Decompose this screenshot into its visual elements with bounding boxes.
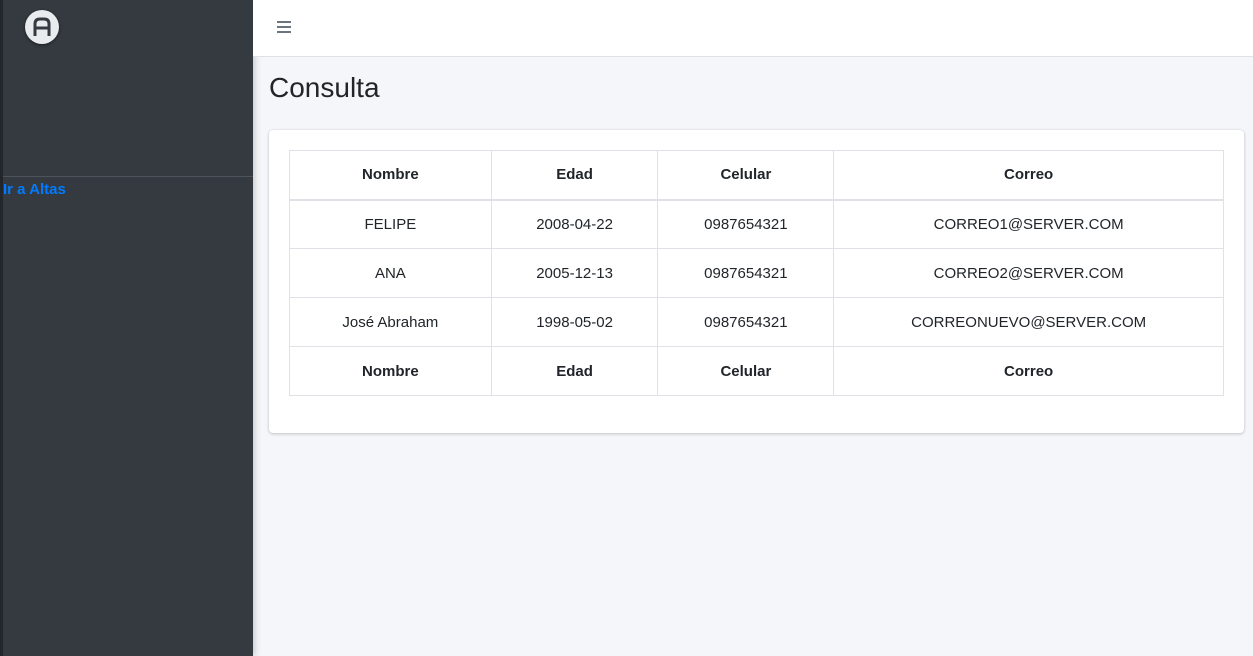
cell-correo: CORREONUEVO@SERVER.COM bbox=[833, 297, 1224, 347]
cell-nombre: José Abraham bbox=[289, 297, 492, 347]
sidebar-divider bbox=[3, 176, 253, 177]
column-header-nombre[interactable]: Nombre bbox=[289, 150, 492, 201]
table-header-row: Nombre Edad Celular Correo bbox=[289, 150, 1224, 201]
cell-correo: CORREO2@SERVER.COM bbox=[833, 248, 1224, 298]
column-footer-nombre: Nombre bbox=[289, 346, 492, 396]
cell-celular: 0987654321 bbox=[657, 199, 835, 249]
table-row: ANA 2005-12-13 0987654321 CORREO2@SERVER… bbox=[289, 248, 1224, 298]
table-row: FELIPE 2008-04-22 0987654321 CORREO1@SER… bbox=[289, 199, 1224, 249]
cell-nombre: ANA bbox=[289, 248, 492, 298]
brand-logo-icon[interactable] bbox=[25, 10, 59, 44]
column-footer-correo: Correo bbox=[833, 346, 1224, 396]
cell-correo: CORREO1@SERVER.COM bbox=[833, 199, 1224, 249]
cell-edad: 2008-04-22 bbox=[490, 199, 659, 249]
table-row: José Abraham 1998-05-02 0987654321 CORRE… bbox=[289, 297, 1224, 347]
results-table: Nombre Edad Celular Correo FELIPE 2008-0… bbox=[289, 150, 1224, 396]
column-header-edad[interactable]: Edad bbox=[490, 150, 659, 201]
cell-edad: 2005-12-13 bbox=[490, 248, 659, 298]
sidebar: Ir a Altas bbox=[0, 0, 253, 656]
column-header-celular[interactable]: Celular bbox=[657, 150, 835, 201]
cell-celular: 0987654321 bbox=[657, 248, 835, 298]
column-footer-edad: Edad bbox=[490, 346, 659, 396]
cell-nombre: FELIPE bbox=[289, 199, 492, 249]
top-navbar bbox=[253, 0, 1253, 57]
results-card: Nombre Edad Celular Correo FELIPE 2008-0… bbox=[269, 130, 1244, 433]
table-footer-row: Nombre Edad Celular Correo bbox=[289, 346, 1224, 396]
nav-link-altas[interactable]: Ir a Altas bbox=[3, 181, 66, 198]
cell-celular: 0987654321 bbox=[657, 297, 835, 347]
hamburger-menu-icon[interactable] bbox=[277, 21, 291, 35]
column-footer-celular: Celular bbox=[657, 346, 835, 396]
column-header-correo[interactable]: Correo bbox=[833, 150, 1224, 201]
page-title: Consulta bbox=[269, 72, 380, 103]
cell-edad: 1998-05-02 bbox=[490, 297, 659, 347]
